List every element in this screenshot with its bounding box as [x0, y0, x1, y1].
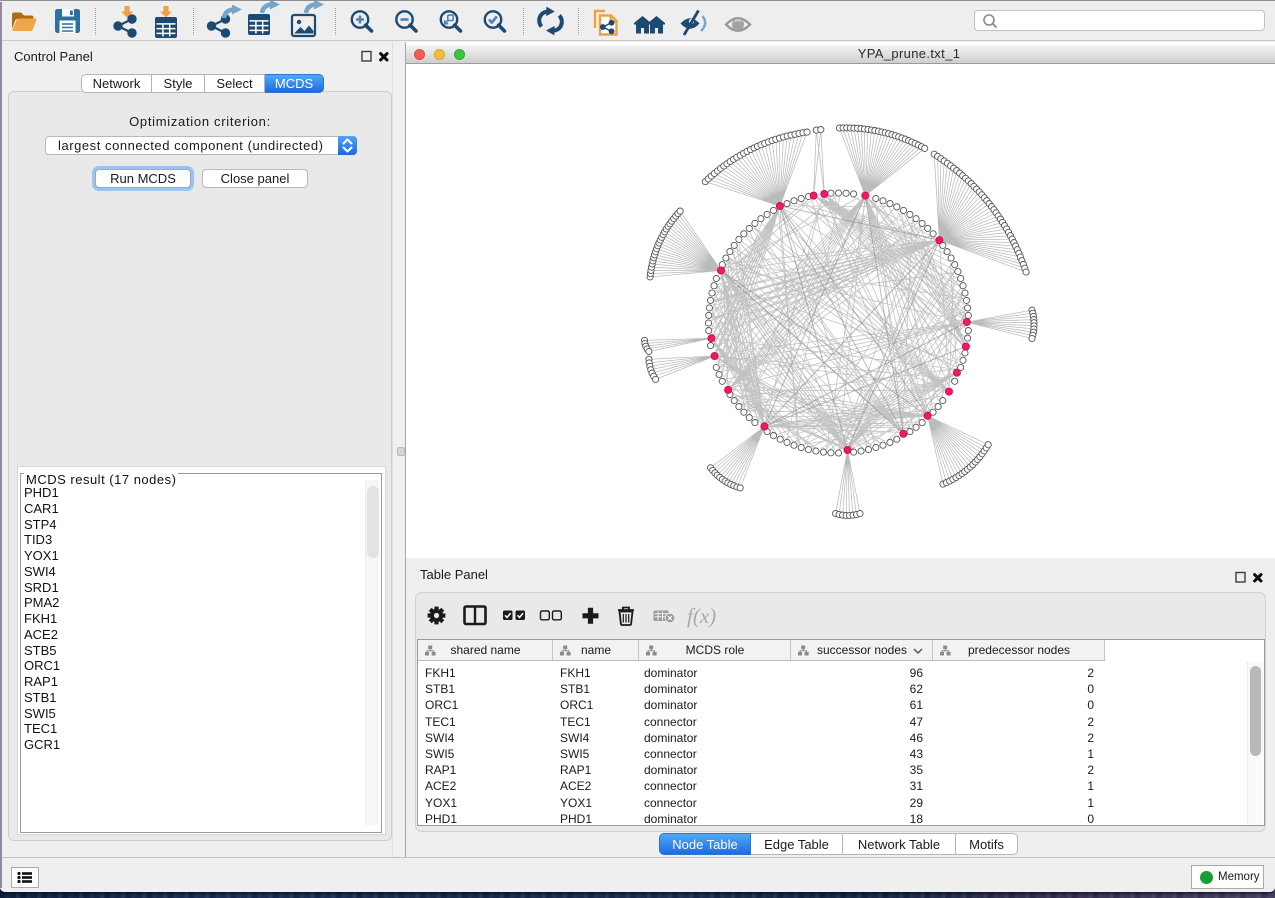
svg-text:f(x): f(x)	[687, 604, 716, 628]
